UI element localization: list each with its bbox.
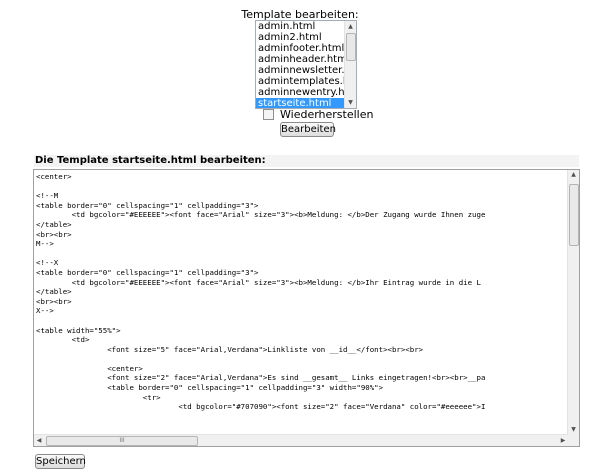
code-line: <table border="0" cellspacing="1" cellpa… [36, 383, 384, 393]
code-line: <center> [36, 363, 143, 373]
scroll-down-icon[interactable]: ▼ [345, 97, 356, 108]
save-button[interactable]: Speichern [35, 454, 86, 469]
code-line: </table> [36, 287, 72, 297]
code-line: <td bgcolor="#EEEEEE"><font face="Arial"… [36, 277, 481, 287]
code-line: M--> [36, 239, 54, 249]
restore-checkbox[interactable] [263, 108, 274, 120]
listbox-scroll-thumb[interactable] [346, 33, 356, 61]
code-line: <br><br> [36, 296, 72, 306]
code-line: X--> [36, 306, 54, 316]
scroll-right-icon[interactable]: ▶ [558, 435, 568, 446]
listbox-scrollbar[interactable]: ▲ ▼ [344, 21, 356, 108]
template-options: admin.html admin2.html adminfooter.html adm… [256, 21, 344, 108]
template-option[interactable]: adminnewsletter.html [256, 65, 344, 76]
code-line: </table> [36, 219, 72, 229]
code-line: <table border="0" cellspacing="1" cellpa… [36, 200, 259, 210]
code-line: <td bgcolor="#707090"><font size="2" fac… [36, 402, 486, 412]
code-line: <font size="2" face="Arial,Verdana">Es s… [36, 373, 486, 383]
template-option[interactable]: adminnewentry.html [256, 87, 344, 98]
editor-vertical-scrollbar[interactable]: ▲ ▼ [567, 170, 579, 435]
code-line: <!--X [36, 258, 59, 268]
template-option[interactable]: admin2.html [256, 32, 344, 43]
scroll-down-icon[interactable]: ▼ [568, 425, 579, 435]
code-text: <center> <!--M <table border="0" cellspa… [36, 172, 567, 412]
editor-horizontal-scrollbar[interactable]: ◀ III ▶ [34, 434, 568, 446]
code-area[interactable]: <center> <!--M <table border="0" cellspa… [36, 172, 567, 434]
code-line: <font size="5" face="Arial,Verdana">Link… [36, 344, 424, 354]
editor-h-scroll-thumb[interactable]: III [46, 436, 198, 446]
scroll-corner [568, 435, 579, 446]
code-line: <table width="55%"> [36, 325, 121, 335]
template-option[interactable]: admin.html [256, 21, 344, 32]
restore-label: Wiederherstellen [280, 108, 374, 121]
code-line: <tr> [36, 392, 161, 402]
code-line: <td bgcolor="#EEEEEE"><font face="Arial"… [36, 210, 486, 220]
template-option[interactable]: adminheader.html [256, 54, 344, 65]
code-line: <br><br> [36, 229, 72, 239]
template-option[interactable]: adminfooter.html [256, 43, 344, 54]
editor-scroll-thumb[interactable] [569, 184, 579, 246]
template-listbox[interactable]: admin.html admin2.html adminfooter.html adm… [255, 20, 357, 109]
code-line: <center> [36, 172, 72, 181]
editor-heading: Die Template startseite.html bearbeiten: [34, 155, 579, 167]
scroll-up-icon[interactable]: ▲ [345, 21, 356, 32]
code-line: <table border="0" cellspacing="1" cellpa… [36, 267, 259, 277]
code-line: <!--M [36, 191, 59, 201]
edit-button[interactable]: Bearbeiten [280, 122, 336, 137]
code-line: <td> [36, 335, 90, 345]
restore-option[interactable]: Wiederherstellen [263, 108, 373, 122]
scroll-left-icon[interactable]: ◀ [34, 435, 44, 446]
template-option[interactable]: admintemplates.html [256, 76, 344, 87]
scroll-up-icon[interactable]: ▲ [568, 170, 579, 180]
template-editor[interactable]: <center> <!--M <table border="0" cellspa… [33, 169, 580, 447]
